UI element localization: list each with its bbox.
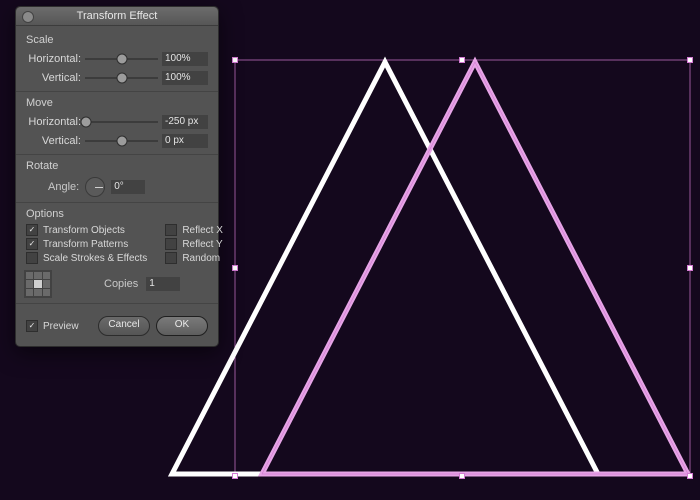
cb-random[interactable]: Random [165, 252, 223, 264]
sel-handle-tr[interactable] [687, 57, 693, 63]
checkbox-icon [26, 238, 38, 250]
move-h-slider[interactable] [85, 116, 158, 128]
slider-thumb-icon[interactable] [116, 53, 127, 64]
cancel-button[interactable]: Cancel [98, 316, 150, 336]
checkbox-icon [165, 252, 177, 264]
checkbox-icon [165, 224, 177, 236]
checkbox-icon [26, 320, 38, 332]
angle-label: Angle: [48, 181, 79, 193]
scale-h-value[interactable]: 100% [162, 52, 208, 66]
slider-thumb-icon[interactable] [81, 116, 92, 127]
anchor-grid[interactable] [24, 270, 52, 298]
cb-transform-objects[interactable]: Transform Objects [26, 224, 147, 236]
move-h-value[interactable]: -250 px [162, 115, 208, 129]
move-v-label: Vertical: [26, 135, 81, 147]
cb-reflect-y[interactable]: Reflect Y [165, 238, 223, 250]
move-h-label: Horizontal: [26, 116, 81, 128]
copies-value[interactable]: 1 [146, 277, 180, 291]
sel-handle-mr[interactable] [687, 265, 693, 271]
scale-h-label: Horizontal: [26, 53, 81, 65]
checkbox-icon [165, 238, 177, 250]
scale-v-value[interactable]: 100% [162, 71, 208, 85]
ok-button[interactable]: OK [156, 316, 208, 336]
copies-label: Copies [104, 278, 138, 290]
angle-dial[interactable] [85, 177, 105, 197]
move-v-value[interactable]: 0 px [162, 134, 208, 148]
sel-handle-ml[interactable] [232, 265, 238, 271]
cb-preview[interactable]: Preview [26, 320, 79, 332]
scale-h-slider[interactable] [85, 53, 158, 65]
scale-v-label: Vertical: [26, 72, 81, 84]
slider-thumb-icon[interactable] [116, 135, 127, 146]
cb-transform-patterns[interactable]: Transform Patterns [26, 238, 147, 250]
rotate-heading: Rotate [26, 160, 208, 172]
scale-heading: Scale [26, 34, 208, 46]
checkbox-icon [26, 224, 38, 236]
transform-effect-dialog: Transform Effect Scale Horizontal: 100% … [15, 6, 219, 347]
dialog-title: Transform Effect [77, 10, 158, 22]
sel-handle-tl[interactable] [232, 57, 238, 63]
sel-handle-br[interactable] [687, 473, 693, 479]
sel-handle-bm[interactable] [459, 473, 465, 479]
close-icon[interactable] [22, 11, 34, 23]
sel-handle-tm[interactable] [459, 57, 465, 63]
cb-reflect-x[interactable]: Reflect X [165, 224, 223, 236]
move-v-slider[interactable] [85, 135, 158, 147]
move-heading: Move [26, 97, 208, 109]
checkbox-icon [26, 252, 38, 264]
options-heading: Options [26, 208, 208, 220]
dialog-titlebar[interactable]: Transform Effect [16, 7, 218, 26]
scale-v-slider[interactable] [85, 72, 158, 84]
sel-handle-bl[interactable] [232, 473, 238, 479]
selection-bounds [235, 60, 690, 476]
angle-value[interactable]: 0° [111, 180, 145, 194]
triangle-original-outline [262, 62, 688, 474]
triangle-original-fill[interactable] [262, 62, 688, 474]
cb-scale-strokes[interactable]: Scale Strokes & Effects [26, 252, 147, 264]
slider-thumb-icon[interactable] [116, 72, 127, 83]
